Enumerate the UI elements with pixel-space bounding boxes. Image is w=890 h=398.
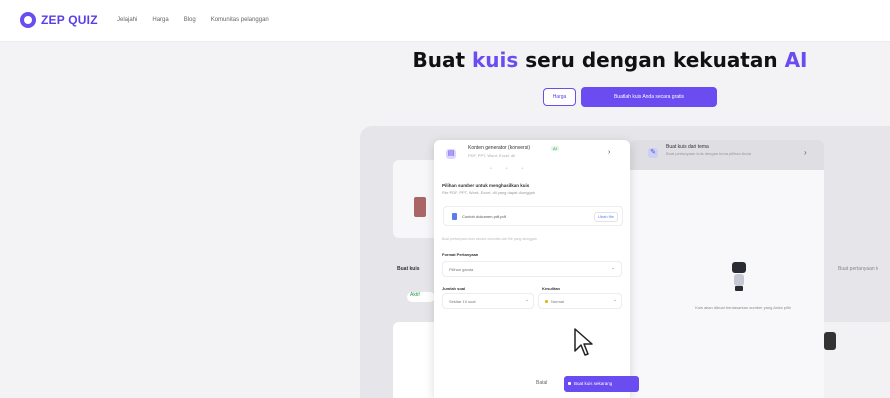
count-select[interactable]: Sekitar 10 soal ⌄ xyxy=(442,293,534,309)
count-label: Jumlah soal xyxy=(442,286,466,291)
chevron-right-icon: › xyxy=(804,148,807,157)
modal-title: Konten generator (konversi) xyxy=(468,145,530,151)
count-value: Sekitar 10 soal xyxy=(449,299,476,304)
tab-theme-quiz[interactable]: ✎ Buat kuis dari tema Buat pertanyaan ku… xyxy=(630,140,824,170)
difficulty-value: Normal xyxy=(551,299,564,304)
preview-panel xyxy=(630,170,824,398)
nav-item-explore[interactable]: Jelajahi xyxy=(117,17,137,23)
hero-highlight-2: AI xyxy=(784,48,808,72)
nav-item-blog[interactable]: Blog xyxy=(184,17,196,23)
create-quiz-button[interactable]: Buat kuis sekarang xyxy=(564,376,639,392)
difficulty-select[interactable]: Normal ⌄ xyxy=(538,293,622,309)
file-icon xyxy=(452,213,457,220)
pricing-button[interactable]: Harga xyxy=(543,88,576,106)
nav-item-community[interactable]: Komunitas pelanggan xyxy=(211,17,269,23)
side-illustration xyxy=(414,197,426,217)
side-label: Buat kuis xyxy=(397,266,420,272)
chevron-down-icon: ⌄ xyxy=(611,265,616,271)
generator-modal: ▤ Konten generator (konversi) AI PDF, PP… xyxy=(434,140,639,398)
robot-icon-secondary xyxy=(824,332,836,350)
start-free-button[interactable]: Buatlah kuis Anda secara gratis xyxy=(581,87,717,107)
change-file-button[interactable]: Ubah file xyxy=(594,212,618,222)
cancel-button[interactable]: Batal xyxy=(536,380,547,386)
uploaded-file: Contoh dokumen pdf.pdf Ubah file xyxy=(443,206,623,226)
pencil-icon: ✎ xyxy=(648,148,658,158)
chevron-down-icon: ⌄ xyxy=(613,297,618,303)
modal-subtitle: PDF, PPT, Word, Excel, dll xyxy=(468,153,516,158)
tab-title: Buat kuis dari tema xyxy=(666,144,709,150)
format-value: Pilihan ganda xyxy=(449,267,474,272)
robot-icon xyxy=(731,262,747,292)
chevron-down-icon: ⌄ xyxy=(525,297,530,303)
file-name: Contoh dokumen pdf.pdf xyxy=(462,214,506,219)
hero-title: Buat kuis seru dengan kekuatan AI xyxy=(360,48,860,72)
nav-item-pricing[interactable]: Harga xyxy=(152,17,168,23)
hero-highlight-1: kuis xyxy=(472,48,519,72)
hero-text-1: Buat xyxy=(412,48,466,72)
file-icon: ▤ xyxy=(446,149,456,159)
difficulty-dot-icon xyxy=(545,300,548,303)
preview-text: Kuis akan dibuat berdasarkan sumber yang… xyxy=(695,305,791,310)
hint-text: Buat pertanyaan kuis secara otomatis dar… xyxy=(442,237,537,241)
format-label: Format Pertanyaan xyxy=(442,252,479,257)
logo-icon xyxy=(20,12,36,28)
top-navbar: ZEP QUIZ Jelajahi Harga Blog Komunitas p… xyxy=(0,0,890,42)
main-nav: Jelajahi Harga Blog Komunitas pelanggan xyxy=(117,17,269,23)
format-select[interactable]: Pilihan ganda ⌄ xyxy=(442,261,622,277)
mouse-cursor-icon xyxy=(574,328,593,356)
ai-badge: AI xyxy=(551,146,559,151)
right-side-text: Buat pertanyaan kuis dengan tema pilihan… xyxy=(838,266,878,272)
tab-subtitle: Buat pertanyaan kuis dengan tema pilihan… xyxy=(666,151,751,156)
progress-dots: ••• xyxy=(490,166,538,172)
logo-text: ZEP QUIZ xyxy=(41,13,98,27)
logo[interactable]: ZEP QUIZ xyxy=(20,12,98,28)
hero-text-2: seru dengan kekuatan xyxy=(525,48,778,72)
upload-subheading: File PDF, PPT, Word, Excel, dll yang dap… xyxy=(442,190,536,195)
close-icon[interactable]: › xyxy=(608,149,610,156)
upload-heading: Pilihan sumber untuk menghasilkan kuis xyxy=(442,183,530,188)
difficulty-label: Kesulitan xyxy=(542,286,561,291)
side-status-pill: Aktif xyxy=(407,292,435,302)
